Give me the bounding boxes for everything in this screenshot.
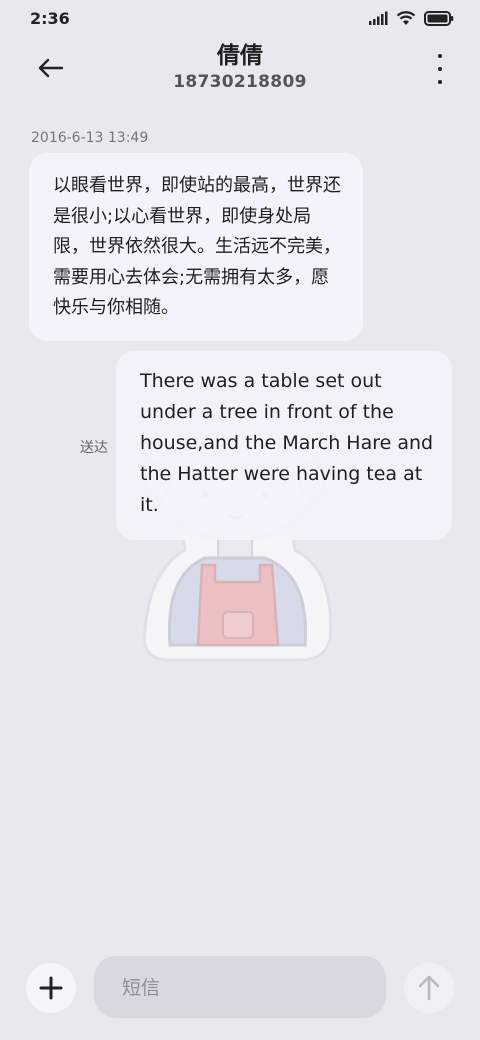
contact-phone: 18730218809 [173, 72, 307, 92]
signal-icon [369, 11, 388, 25]
incoming-message-text: 以眼看世界，即使站的最高，世界还是很小;以心看世界，即使身处局限，世界依然很大。… [53, 175, 341, 318]
delivery-status: 送达 [80, 440, 108, 456]
plus-icon [39, 976, 63, 1000]
status-bar: 2:36 [0, 0, 480, 38]
message-timestamp: 2016-6-13 13:49 [31, 130, 149, 146]
status-time: 2:36 [30, 9, 70, 28]
messaging-screen: 2:36 倩倩 18730218809 2016-6-13 13:49 以眼看世… [0, 0, 480, 1040]
message-input-container [94, 956, 386, 1020]
contact-title: 倩倩 18730218809 [90, 40, 390, 92]
message-input[interactable] [120, 956, 374, 1020]
add-attachment-button[interactable] [26, 963, 76, 1013]
battery-icon [424, 10, 454, 26]
more-options-button[interactable] [432, 54, 448, 84]
back-button[interactable] [26, 50, 74, 86]
more-dot-icon [438, 54, 442, 58]
outgoing-message-text: There was a table set out under a tree i… [140, 370, 434, 516]
conversation-header: 倩倩 18730218809 [0, 38, 480, 108]
incoming-message-bubble[interactable]: 以眼看世界，即使站的最高，世界还是很小;以心看世界，即使身处局限，世界依然很大。… [29, 153, 363, 341]
arrow-up-icon [418, 975, 440, 1001]
contact-name: 倩倩 [217, 43, 263, 69]
outgoing-message-bubble[interactable]: There was a table set out under a tree i… [116, 351, 452, 540]
send-button[interactable] [404, 963, 454, 1013]
arrow-left-icon [38, 58, 63, 78]
more-dot-icon [438, 67, 442, 71]
wifi-icon [396, 11, 416, 25]
more-dot-icon [438, 80, 442, 84]
status-icons [368, 10, 454, 26]
